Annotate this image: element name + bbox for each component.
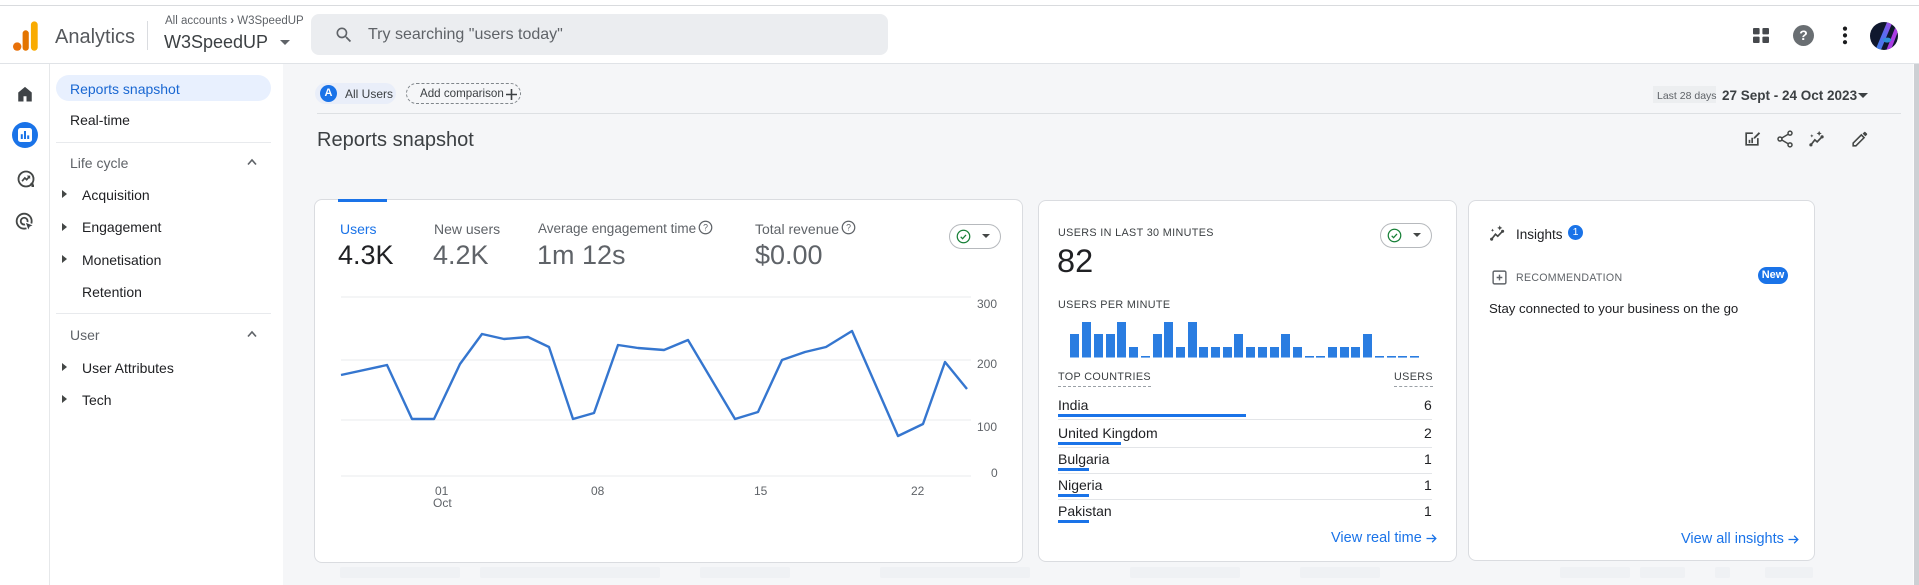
svg-text:?: ?	[703, 223, 708, 233]
svg-text:?: ?	[846, 223, 851, 233]
